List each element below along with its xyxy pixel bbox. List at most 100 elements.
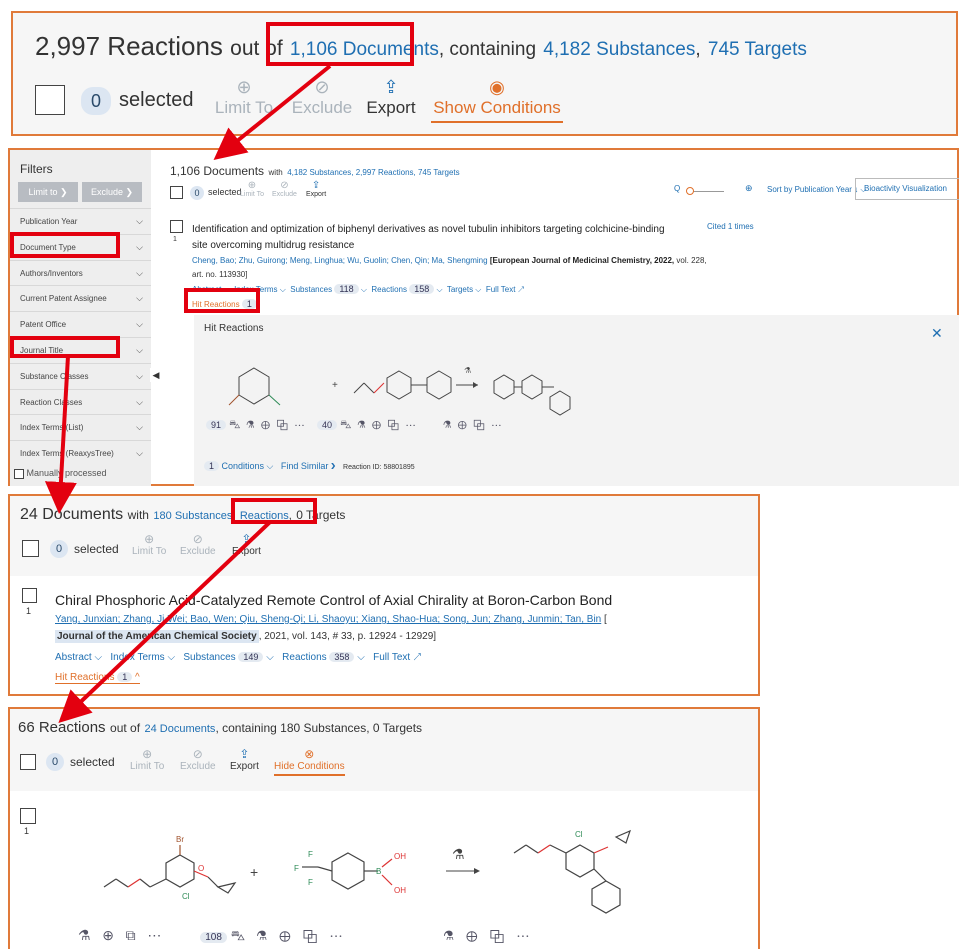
reactions66-exclude-button[interactable]: ⊘ Exclude — [180, 747, 216, 772]
targets-link[interactable]: 745 Targets — [708, 39, 807, 60]
zoom-icon[interactable]: ⊕ — [261, 419, 270, 431]
exclude-icon: ⊘ — [280, 180, 289, 191]
full-text-link[interactable]: Full Text ↗ — [373, 652, 421, 663]
filter-item[interactable]: Journal Title ⌵ — [10, 336, 151, 363]
filter-item[interactable]: Reaction Classes ⌵ — [10, 388, 151, 415]
reactions66-limit-button[interactable]: ⊕ Limit To — [130, 747, 164, 772]
reactions-link[interactable]: Reactions — [282, 652, 326, 663]
copy-icon[interactable]: ⧉ — [126, 927, 136, 943]
zoom-icon[interactable]: ⊕ — [279, 927, 291, 943]
abstract-link[interactable]: Abstract ⌵ — [192, 285, 230, 294]
abstract-link[interactable]: Abstract ⌵ — [55, 652, 102, 663]
reaction-checkbox[interactable] — [20, 808, 36, 824]
select-all-checkbox[interactable] — [35, 85, 65, 115]
bioactivity-visualization-button[interactable]: Bioactivity Visualization — [855, 178, 959, 200]
limit-to-filter-button[interactable]: Limit to ❯ — [18, 182, 78, 202]
conditions-toggle[interactable]: Conditions ⌵ — [222, 461, 274, 471]
copy-icon[interactable]: ⧉ — [303, 927, 318, 943]
copy-icon[interactable]: ⧉ — [276, 419, 288, 431]
documents-stats-link[interactable]: 4,182 Substances, 2,997 Reactions, 745 T… — [287, 168, 459, 177]
documents24-select-all-checkbox[interactable] — [22, 540, 39, 557]
document24-title[interactable]: Chiral Phosphoric Acid-Catalyzed Remote … — [55, 592, 612, 608]
documents-limit-button[interactable]: ⊕ Limit To — [240, 180, 264, 198]
reactions-link[interactable]: Reactions — [371, 285, 407, 294]
close-icon[interactable]: ✕ — [931, 325, 943, 342]
filter-item[interactable]: Substance Classes ⌵ — [10, 362, 151, 389]
filter-item[interactable]: Patent Office ⌵ — [10, 311, 151, 337]
authors-link[interactable]: Cheng, Bao; Zhu, Guirong; Meng, Linghua;… — [192, 256, 488, 265]
more-icon[interactable]: ⋯ — [329, 927, 342, 943]
flask-icon[interactable]: ⚗ — [443, 419, 451, 431]
more-icon[interactable]: ⋯ — [405, 419, 415, 431]
cart-icon[interactable]: ⛍ — [229, 419, 240, 431]
cited-link[interactable]: Cited 1 times — [707, 222, 754, 231]
more-icon[interactable]: ⋯ — [294, 419, 304, 431]
documents24-export-button[interactable]: ⇪ Export — [232, 532, 261, 557]
documents-exclude-button[interactable]: ⊘ Exclude — [272, 180, 297, 198]
more-icon[interactable]: ⋯ — [491, 419, 501, 431]
show-conditions-button[interactable]: ◉ Show Conditions — [431, 77, 563, 123]
copy-icon[interactable]: ⧉ — [473, 419, 485, 431]
document-checkbox[interactable] — [170, 220, 183, 233]
substances-link[interactable]: Substances — [290, 285, 332, 294]
reactions66-select-all-checkbox[interactable] — [20, 754, 36, 770]
index-terms-link[interactable]: Index Terms ⌵ — [110, 652, 175, 663]
zoom-icon[interactable]: ⊕ — [466, 927, 478, 943]
cart-icon[interactable]: ⛍ — [231, 927, 245, 943]
exclude-button[interactable]: ⊘ Exclude — [287, 77, 357, 118]
full-text-link[interactable]: Full Text ↗ — [486, 285, 524, 294]
document24-checkbox[interactable] — [22, 588, 37, 603]
filter-item[interactable]: Authors/Inventors ⌵ — [10, 259, 151, 286]
zoom-in-icon[interactable]: ⊕ — [745, 183, 753, 194]
flask-icon[interactable]: ⚗ — [444, 927, 454, 943]
document24-hit-reactions-toggle[interactable]: Hit Reactions 1 ^ — [55, 672, 140, 684]
zoom-icon[interactable]: ⊕ — [458, 419, 467, 431]
authors-link[interactable]: Yang, Junxian; Zhang, Ji-Wei; Bao, Wen; … — [55, 614, 601, 625]
index-terms-link[interactable]: Index Terms ⌵ — [234, 285, 286, 294]
document-title[interactable]: Identification and optimization of biphe… — [192, 222, 672, 254]
targets-link[interactable]: Targets ⌵ — [447, 285, 482, 294]
reagent-count-badge-2: 40 — [317, 420, 338, 430]
manually-processed-checkbox[interactable] — [14, 468, 24, 479]
documents-export-button[interactable]: ⇪ Export — [306, 180, 326, 198]
find-similar-link[interactable]: Find Similar ❯ — [281, 461, 336, 471]
substances-link[interactable]: Substances — [183, 652, 235, 663]
documents-24-link[interactable]: 24 Documents — [145, 723, 216, 735]
filter-item[interactable]: Index Terms (List) ⌵ — [10, 414, 151, 440]
zoom-icon[interactable]: ⊕ — [102, 927, 114, 943]
documents24-limit-button[interactable]: ⊕ Limit To — [132, 532, 166, 557]
copy-icon[interactable]: ⧉ — [387, 419, 399, 431]
hit-reactions-label: Hit Reactions — [192, 300, 240, 309]
export-button[interactable]: ⇪ Export — [363, 77, 419, 118]
hit-reactions-toggle[interactable]: Hit Reactions 1 — [192, 299, 257, 309]
filter-item[interactable]: Publication Year ⌵ — [10, 208, 151, 234]
copy-icon[interactable]: ⧉ — [490, 927, 505, 943]
flask-icon[interactable]: ⚗ — [247, 419, 255, 431]
flask-icon[interactable]: ⚗ — [78, 927, 91, 943]
limit-to-button[interactable]: ⊕ Limit To — [208, 77, 280, 118]
documents-select-all-checkbox[interactable] — [170, 186, 183, 199]
flask-icon[interactable]: ⚗ — [257, 927, 267, 943]
manually-processed-filter[interactable]: Manually processed — [14, 468, 107, 479]
documents24-exclude-button[interactable]: ⊘ Exclude — [180, 532, 216, 557]
zoom-handle[interactable] — [686, 187, 694, 195]
reactions66-export-button[interactable]: ⇪ Export — [230, 747, 259, 772]
reactions-66-link[interactable]: Reactions — [240, 510, 289, 522]
filter-item[interactable]: Index Terms (ReaxysTree) ⌵ — [10, 440, 151, 466]
hide-conditions-button[interactable]: ⊗ Hide Conditions — [274, 747, 345, 776]
filter-item[interactable]: Current Patent Assignee ⌵ — [10, 285, 151, 311]
substances-link[interactable]: 180 Substances — [153, 510, 232, 522]
export-icon: ⇪ — [311, 180, 321, 191]
zoom-icon[interactable]: ⊕ — [372, 419, 381, 431]
sort-dropdown[interactable]: Sort by Publication Year ↓ ⌵ — [767, 185, 866, 195]
documents-link[interactable]: 1,106 Documents — [290, 39, 439, 60]
filter-item[interactable]: Document Type ⌵ — [10, 233, 151, 260]
zoom-slider[interactable]: Q — [674, 184, 734, 195]
more-icon[interactable]: ⋯ — [147, 927, 161, 943]
flask-icon[interactable]: ⚗ — [358, 419, 366, 431]
substances-link[interactable]: 4,182 Substances — [543, 39, 695, 60]
exclude-filter-button[interactable]: Exclude ❯ — [82, 182, 142, 202]
more-icon[interactable]: ⋯ — [516, 927, 529, 943]
cart-icon[interactable]: ⛍ — [340, 419, 351, 431]
collapse-sidebar-icon[interactable]: ◀ — [150, 368, 162, 382]
